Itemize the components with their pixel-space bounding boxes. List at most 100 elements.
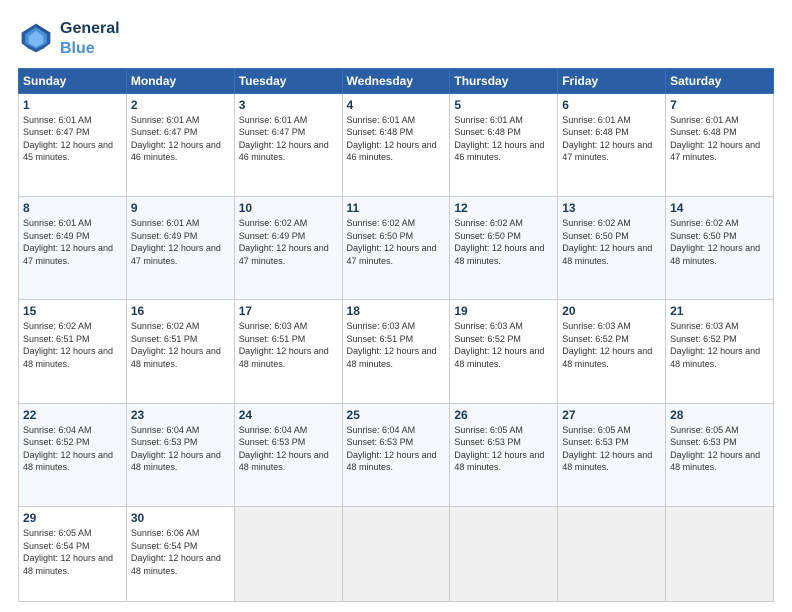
calendar-cell: 4 Sunrise: 6:01 AM Sunset: 6:48 PM Dayli…: [342, 93, 450, 196]
calendar-cell: 13 Sunrise: 6:02 AM Sunset: 6:50 PM Dayl…: [558, 196, 666, 299]
calendar-cell: 20 Sunrise: 6:03 AM Sunset: 6:52 PM Dayl…: [558, 300, 666, 403]
day-number: 19: [454, 304, 553, 318]
calendar-week-1: 1 Sunrise: 6:01 AM Sunset: 6:47 PM Dayli…: [19, 93, 774, 196]
day-number: 15: [23, 304, 122, 318]
page: GeneralBlue SundayMondayTuesdayWednesday…: [0, 0, 792, 612]
day-number: 18: [347, 304, 446, 318]
day-number: 14: [670, 201, 769, 215]
sunrise-text: Sunrise: 6:03 AM: [239, 321, 308, 331]
calendar-cell: [666, 506, 774, 601]
sunrise-text: Sunrise: 6:01 AM: [131, 115, 200, 125]
calendar-cell: 16 Sunrise: 6:02 AM Sunset: 6:51 PM Dayl…: [126, 300, 234, 403]
calendar-cell: 7 Sunrise: 6:01 AM Sunset: 6:48 PM Dayli…: [666, 93, 774, 196]
calendar-week-5: 29 Sunrise: 6:05 AM Sunset: 6:54 PM Dayl…: [19, 506, 774, 601]
daylight-text: Daylight: 12 hours and 47 minutes.: [23, 243, 113, 266]
sunrise-text: Sunrise: 6:06 AM: [131, 528, 200, 538]
calendar-cell: 10 Sunrise: 6:02 AM Sunset: 6:49 PM Dayl…: [234, 196, 342, 299]
day-number: 22: [23, 408, 122, 422]
day-number: 8: [23, 201, 122, 215]
daylight-text: Daylight: 12 hours and 47 minutes.: [131, 243, 221, 266]
daylight-text: Daylight: 12 hours and 48 minutes.: [347, 346, 437, 369]
day-number: 30: [131, 511, 230, 525]
day-number: 11: [347, 201, 446, 215]
calendar-cell: 6 Sunrise: 6:01 AM Sunset: 6:48 PM Dayli…: [558, 93, 666, 196]
day-number: 10: [239, 201, 338, 215]
sunset-text: Sunset: 6:52 PM: [562, 334, 629, 344]
calendar-cell: 22 Sunrise: 6:04 AM Sunset: 6:52 PM Dayl…: [19, 403, 127, 506]
sunset-text: Sunset: 6:51 PM: [131, 334, 198, 344]
sunset-text: Sunset: 6:54 PM: [23, 541, 90, 551]
weekday-header-row: SundayMondayTuesdayWednesdayThursdayFrid…: [19, 68, 774, 93]
calendar-week-3: 15 Sunrise: 6:02 AM Sunset: 6:51 PM Dayl…: [19, 300, 774, 403]
day-number: 12: [454, 201, 553, 215]
daylight-text: Daylight: 12 hours and 48 minutes.: [23, 346, 113, 369]
sunrise-text: Sunrise: 6:01 AM: [670, 115, 739, 125]
calendar-cell: 2 Sunrise: 6:01 AM Sunset: 6:47 PM Dayli…: [126, 93, 234, 196]
daylight-text: Daylight: 12 hours and 48 minutes.: [454, 346, 544, 369]
day-number: 29: [23, 511, 122, 525]
sunrise-text: Sunrise: 6:02 AM: [670, 218, 739, 228]
calendar-cell: 18 Sunrise: 6:03 AM Sunset: 6:51 PM Dayl…: [342, 300, 450, 403]
sunset-text: Sunset: 6:52 PM: [454, 334, 521, 344]
sunset-text: Sunset: 6:51 PM: [239, 334, 306, 344]
daylight-text: Daylight: 12 hours and 45 minutes.: [23, 140, 113, 163]
daylight-text: Daylight: 12 hours and 47 minutes.: [670, 140, 760, 163]
day-number: 27: [562, 408, 661, 422]
sunrise-text: Sunrise: 6:01 AM: [131, 218, 200, 228]
calendar-table: SundayMondayTuesdayWednesdayThursdayFrid…: [18, 68, 774, 602]
sunrise-text: Sunrise: 6:05 AM: [23, 528, 92, 538]
calendar-cell: 17 Sunrise: 6:03 AM Sunset: 6:51 PM Dayl…: [234, 300, 342, 403]
sunrise-text: Sunrise: 6:01 AM: [23, 115, 92, 125]
daylight-text: Daylight: 12 hours and 48 minutes.: [131, 450, 221, 473]
sunrise-text: Sunrise: 6:01 AM: [239, 115, 308, 125]
weekday-header-tuesday: Tuesday: [234, 68, 342, 93]
sunrise-text: Sunrise: 6:04 AM: [347, 425, 416, 435]
calendar-cell: 24 Sunrise: 6:04 AM Sunset: 6:53 PM Dayl…: [234, 403, 342, 506]
daylight-text: Daylight: 12 hours and 48 minutes.: [239, 450, 329, 473]
day-number: 28: [670, 408, 769, 422]
sunrise-text: Sunrise: 6:05 AM: [454, 425, 523, 435]
sunrise-text: Sunrise: 6:02 AM: [23, 321, 92, 331]
calendar-cell: 8 Sunrise: 6:01 AM Sunset: 6:49 PM Dayli…: [19, 196, 127, 299]
calendar-cell: [342, 506, 450, 601]
sunset-text: Sunset: 6:52 PM: [23, 437, 90, 447]
day-number: 20: [562, 304, 661, 318]
day-number: 24: [239, 408, 338, 422]
sunset-text: Sunset: 6:50 PM: [670, 231, 737, 241]
sunset-text: Sunset: 6:53 PM: [454, 437, 521, 447]
day-number: 21: [670, 304, 769, 318]
sunset-text: Sunset: 6:54 PM: [131, 541, 198, 551]
sunrise-text: Sunrise: 6:01 AM: [347, 115, 416, 125]
weekday-header-sunday: Sunday: [19, 68, 127, 93]
daylight-text: Daylight: 12 hours and 48 minutes.: [454, 243, 544, 266]
weekday-header-friday: Friday: [558, 68, 666, 93]
sunset-text: Sunset: 6:49 PM: [131, 231, 198, 241]
weekday-header-thursday: Thursday: [450, 68, 558, 93]
sunrise-text: Sunrise: 6:05 AM: [670, 425, 739, 435]
sunset-text: Sunset: 6:49 PM: [239, 231, 306, 241]
daylight-text: Daylight: 12 hours and 47 minutes.: [562, 140, 652, 163]
sunrise-text: Sunrise: 6:05 AM: [562, 425, 631, 435]
sunset-text: Sunset: 6:48 PM: [454, 127, 521, 137]
daylight-text: Daylight: 12 hours and 48 minutes.: [562, 243, 652, 266]
sunrise-text: Sunrise: 6:02 AM: [347, 218, 416, 228]
header: GeneralBlue: [18, 18, 774, 58]
logo-text: GeneralBlue: [60, 18, 120, 58]
calendar-cell: 12 Sunrise: 6:02 AM Sunset: 6:50 PM Dayl…: [450, 196, 558, 299]
weekday-header-wednesday: Wednesday: [342, 68, 450, 93]
sunrise-text: Sunrise: 6:02 AM: [131, 321, 200, 331]
day-number: 26: [454, 408, 553, 422]
daylight-text: Daylight: 12 hours and 46 minutes.: [239, 140, 329, 163]
daylight-text: Daylight: 12 hours and 48 minutes.: [670, 346, 760, 369]
day-number: 6: [562, 98, 661, 112]
daylight-text: Daylight: 12 hours and 48 minutes.: [454, 450, 544, 473]
calendar-cell: 5 Sunrise: 6:01 AM Sunset: 6:48 PM Dayli…: [450, 93, 558, 196]
calendar-cell: 23 Sunrise: 6:04 AM Sunset: 6:53 PM Dayl…: [126, 403, 234, 506]
day-number: 16: [131, 304, 230, 318]
day-number: 9: [131, 201, 230, 215]
sunrise-text: Sunrise: 6:02 AM: [454, 218, 523, 228]
sunset-text: Sunset: 6:53 PM: [239, 437, 306, 447]
sunset-text: Sunset: 6:47 PM: [131, 127, 198, 137]
calendar-cell: [558, 506, 666, 601]
day-number: 23: [131, 408, 230, 422]
